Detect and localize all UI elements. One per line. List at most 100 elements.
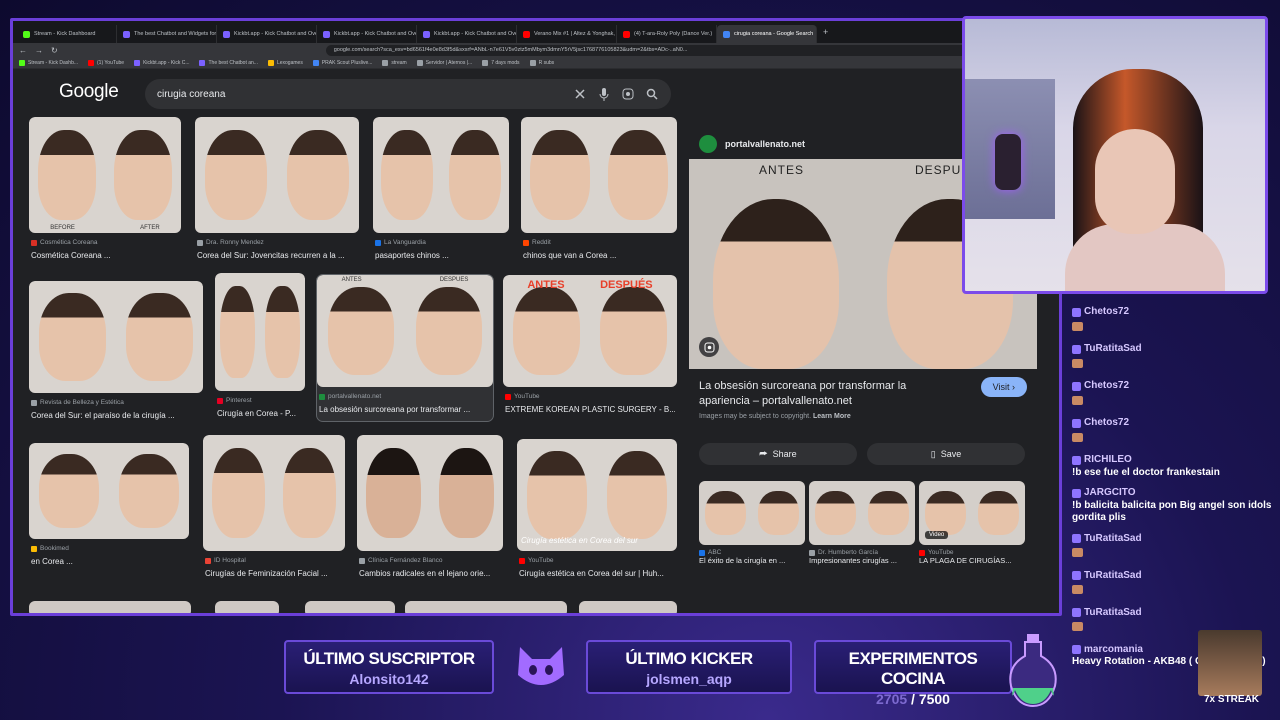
result-caption[interactable]: Corea del Sur: el paraíso de la cirugía … [31,411,201,420]
image-result[interactable]: Pinterest Cirugía en Corea - P... [215,273,305,425]
result-caption[interactable]: chinos que van a Corea ... [523,251,675,260]
bookmark-item[interactable]: Servidor | Aternos |... [416,59,472,66]
lens-icon[interactable] [621,87,635,101]
result-thumbnail[interactable]: ANTES DESPUÉS [503,275,677,387]
image-result-partial[interactable] [305,601,395,613]
result-source[interactable]: Reddit [523,239,551,246]
save-button[interactable]: ▯ Save [867,443,1025,465]
related-thumbnail[interactable] [699,481,805,545]
result-source[interactable]: La Vanguardia [375,239,426,246]
bookmark-item[interactable]: 7 days mods [482,59,520,66]
browser-tab[interactable]: Stream - Kick Dashboard [17,25,117,43]
chat-user[interactable]: RICHILEO [1072,454,1272,467]
result-thumbnail[interactable] [357,435,503,551]
back-icon[interactable]: ← [19,46,27,55]
bookmark-item[interactable]: PRAK Scout Pluslive... [312,59,372,66]
image-result-partial[interactable] [405,601,567,613]
result-thumbnail[interactable] [521,117,677,233]
related-thumbnail[interactable]: Video [919,481,1025,545]
result-caption[interactable]: pasaportes chinos ... [375,251,507,260]
image-result[interactable]: La Vanguardia pasaportes chinos ... [373,117,509,267]
related-image[interactable]: ABC El éxito de la cirugía en ... [699,481,805,565]
search-icon[interactable] [645,87,659,101]
related-caption[interactable]: LA PLAGA DE CIRUGÍAS... [919,556,1025,565]
image-result-partial[interactable] [215,601,279,613]
image-result[interactable]: ID Hospital Cirugías de Feminización Fac… [203,435,345,585]
bookmark-item[interactable]: Kickbt.app - Kick C... [134,59,189,66]
browser-tab[interactable]: (4) T-ara-Roly Poly (Dance Ver.) [617,25,717,43]
related-source[interactable]: YouTube [919,549,1025,556]
related-image[interactable]: Video YouTube LA PLAGA DE CIRUGÍAS... [919,481,1025,565]
url-field[interactable]: google.com/search?sca_esv=bd6561f4e0e8d3… [325,44,1053,56]
image-result-partial[interactable] [579,601,677,613]
browser-tab[interactable]: cirugia coreana - Google Search [717,25,817,43]
result-thumbnail[interactable] [29,281,203,393]
result-caption[interactable]: Cambios radicales en el lejano orie... [359,569,501,578]
result-caption[interactable]: en Corea ... [31,557,187,566]
browser-tab[interactable]: The best Chatbot and Widgets for K [117,25,217,43]
chat-user[interactable]: Chetos72 [1072,380,1272,393]
result-source[interactable]: YouTube [519,557,554,564]
result-thumbnail[interactable]: BEFORE AFTER [29,117,181,233]
image-result[interactable]: Bookimed en Corea ... [29,443,189,573]
image-result-partial[interactable] [29,601,191,613]
new-tab-icon[interactable]: + [817,27,834,37]
bookmark-item[interactable]: R subs [529,59,554,66]
related-caption[interactable]: Impresionantes cirugías ... [809,556,915,565]
related-thumbnail[interactable] [809,481,915,545]
chat-user[interactable]: TuRatitaSad [1072,607,1272,620]
result-thumbnail[interactable] [195,117,359,233]
image-result[interactable]: Clínica Fernández Blanco Cambios radical… [357,435,503,585]
chat-user[interactable]: TuRatitaSad [1072,533,1272,546]
learn-more-link[interactable]: Learn More [813,413,851,420]
bookmark-item[interactable]: The best Chatbot an... [199,59,258,66]
result-caption[interactable]: Cirugías de Feminización Facial ... [205,569,343,578]
bookmark-item[interactable]: Stream - Kick Dashb... [19,59,78,66]
browser-tab[interactable]: Kickbt.app - Kick Chatbot and Overl [317,25,417,43]
result-caption[interactable]: Cirugía estética en Corea del sur | Huh.… [519,569,675,578]
result-source[interactable]: Revista de Belleza y Estética [31,399,124,406]
result-source[interactable]: Bookimed [31,545,69,552]
google-logo[interactable]: Google [59,81,119,103]
result-thumbnail[interactable] [215,273,305,391]
image-result[interactable]: ANTES DESPUÉS YouTube EXTREME KOREAN PLAS… [503,275,677,421]
reload-icon[interactable]: ↻ [51,46,58,55]
result-thumbnail[interactable]: Cirugía estética en Corea del sur [517,439,677,551]
result-source[interactable]: Cosmética Coreana [31,239,97,246]
share-button[interactable]: ⮫ Share [699,443,857,465]
browser-tab[interactable]: Kickbt.app - Kick Chatbot and Overl [417,25,517,43]
image-result[interactable]: BEFORE AFTER Cosmética Coreana Cosmética … [29,117,181,267]
bookmark-item[interactable]: stream [382,59,407,66]
bookmark-item[interactable]: Lexogames [267,59,303,66]
chat-user[interactable]: TuRatitaSad [1072,570,1272,583]
result-source[interactable]: portalvallenato.net [319,393,381,400]
chat-user[interactable]: Chetos72 [1072,417,1272,430]
result-source[interactable]: Pinterest [217,397,252,404]
result-caption[interactable]: EXTREME KOREAN PLASTIC SURGERY - B... [505,405,675,414]
microphone-icon[interactable] [597,87,611,101]
result-source[interactable]: ID Hospital [205,557,246,564]
image-result[interactable]: ANTES DESPUES portalvallenato.net La obse… [316,274,494,422]
lens-search-icon[interactable] [699,337,719,357]
result-caption[interactable]: Cirugía en Corea - P... [217,409,303,418]
visit-button[interactable]: Visit › [980,377,1027,397]
result-thumbnail[interactable] [373,117,509,233]
related-source[interactable]: ABC [699,549,805,556]
related-source[interactable]: Dr. Humberto García [809,549,915,556]
search-box[interactable]: cirugia coreana [145,79,671,109]
related-caption[interactable]: El éxito de la cirugía en ... [699,556,805,565]
image-result[interactable]: Revista de Belleza y Estética Corea del … [29,281,203,427]
panel-site-name[interactable]: portalvallenato.net [725,139,984,149]
result-source[interactable]: Clínica Fernández Blanco [359,557,442,564]
result-caption[interactable]: Corea del Sur: Jovencitas recurren a la … [197,251,357,260]
result-thumbnail[interactable] [29,443,189,539]
result-caption[interactable]: Cosmética Coreana ... [31,251,179,260]
browser-tab[interactable]: Kickbt.app - Kick Chatbot and Overl [217,25,317,43]
result-thumbnail[interactable] [203,435,345,551]
chat-user[interactable]: JARGCITO [1072,487,1272,500]
search-input[interactable]: cirugia coreana [157,89,563,100]
image-result[interactable]: Cirugía estética en Corea del sur YouTub… [517,439,677,585]
chat-user[interactable]: TuRatitaSad [1072,343,1272,356]
chat-user[interactable]: Chetos72 [1072,306,1272,319]
bookmark-item[interactable]: (1) YouTube [88,59,124,66]
